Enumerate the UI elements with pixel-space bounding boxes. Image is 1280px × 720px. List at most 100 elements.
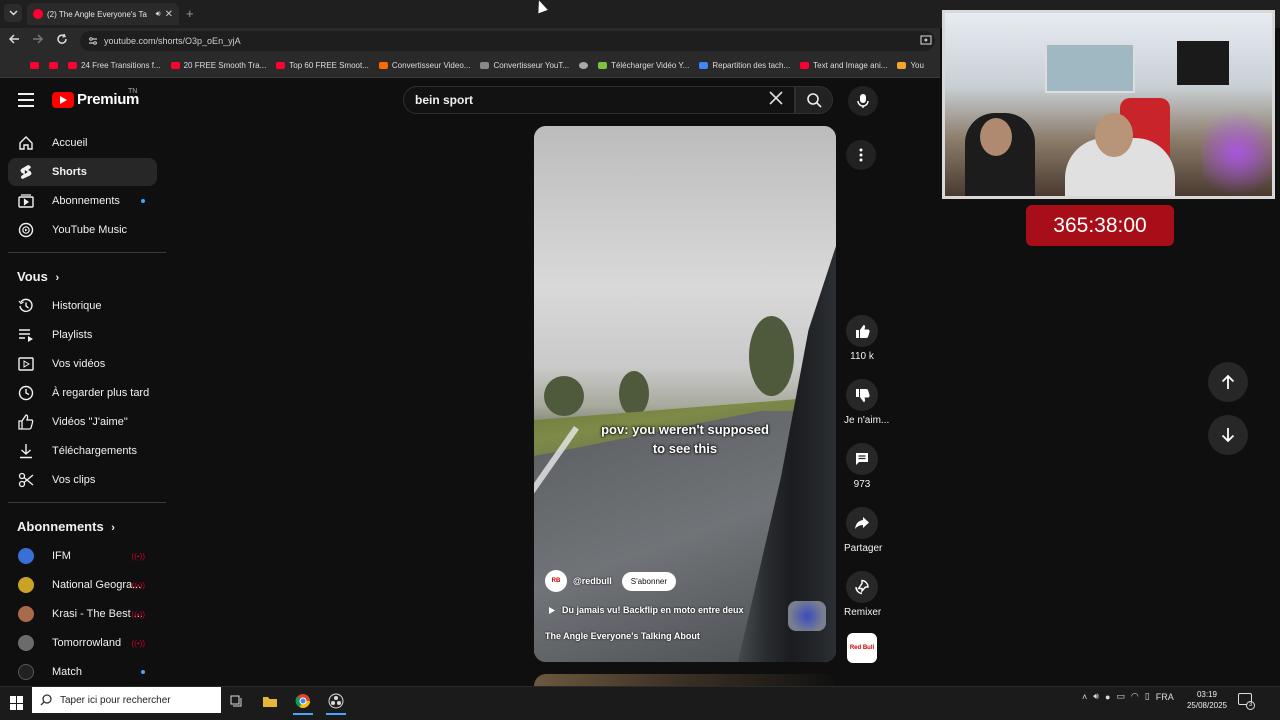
bookmark-item[interactable]: Top 60 FREE Smoot... [276,61,369,70]
hamburger-menu-icon[interactable] [18,93,34,107]
microphone-icon[interactable]: ● [1105,692,1110,702]
sidebar-divider [8,502,166,503]
bookmark-label: Télécharger Vidéo Y... [611,61,690,70]
sidebar-item-your-clips[interactable]: Vos clips [8,466,157,494]
sidebar-sub-tomorrowland[interactable]: Tomorrowland ((•)) [8,629,157,657]
chevron-right-icon: › [111,522,115,534]
task-view-icon[interactable] [225,690,249,712]
sidebar-item-subscriptions[interactable]: Abonnements [8,187,157,215]
related-video-link[interactable]: Du jamais vu! Backflip en moto entre deu… [548,605,744,615]
sidebar-item-youtube-music[interactable]: YouTube Music [8,216,157,244]
download-icon [598,62,608,69]
bookmark-item[interactable] [579,62,589,69]
obs-icon[interactable] [324,690,348,715]
bookmark-item[interactable]: Télécharger Vidéo Y... [598,61,689,70]
dislike-action[interactable]: Je n'aim... [844,379,889,426]
wifi-icon[interactable]: ◠ [1131,691,1139,702]
sidebar-item-label: Vos vidéos [52,358,106,370]
bookmark-item[interactable]: Convertisseur Video... [378,61,470,70]
forward-button[interactable] [30,33,46,49]
live-indicator-icon: ((•)) [131,638,145,648]
battery-icon[interactable]: ▯ [1145,691,1150,702]
search-input[interactable]: bein sport [403,86,795,114]
sidebar-item-home[interactable]: Accueil [8,129,157,157]
sidebar-item-downloads[interactable]: Téléchargements [8,437,157,465]
channel-avatar[interactable]: RB [545,570,567,592]
bookmark-item[interactable]: 24 Free Transitions f... [68,61,161,70]
channel-name[interactable]: @redbull [573,576,612,586]
channel-badge-button[interactable]: Red Bull [847,633,877,663]
sidebar-item-your-videos[interactable]: Vos vidéos [8,350,157,378]
sidebar-item-history[interactable]: Historique [8,292,157,320]
bookmark-label: Convertisseur YouT... [493,61,570,70]
cast-button[interactable] [918,33,934,49]
voice-search-button[interactable] [848,86,878,116]
sidebar-item-liked-videos[interactable]: Vidéos "J'aime" [8,408,157,436]
like-action[interactable]: 110 k [844,315,880,362]
subscribe-button[interactable]: S'abonner [621,571,677,591]
bookmark-item[interactable] [49,62,58,69]
sidebar-item-playlists[interactable]: Playlists [8,321,157,349]
chevron-up-icon[interactable]: ˄ [1082,692,1087,702]
bookmark-item[interactable] [30,62,39,69]
taskbar-clock[interactable]: 03:19 25/08/2025 [1185,689,1229,711]
more-options-button[interactable] [846,140,876,170]
sidebar-item-watch-later[interactable]: À regarder plus tard [8,379,157,407]
back-button[interactable] [6,33,22,49]
reload-button[interactable] [54,33,70,49]
tab-search-button[interactable] [4,4,22,22]
youtube-premium-logo[interactable]: Premium [52,91,139,108]
network-icon[interactable]: ▭ [1116,691,1125,702]
volume-icon[interactable]: 🔊︎ [1093,691,1099,702]
sound-thumbnail[interactable] [788,601,826,631]
sidebar-sub-ifm[interactable]: IFM ((•)) [8,542,157,570]
windows-start-icon[interactable] [10,696,24,710]
bookmarks-bar: 24 Free Transitions f... 20 FREE Smooth T… [0,54,940,78]
bookmark-item[interactable]: You [897,61,924,70]
site-info-icon[interactable] [88,36,98,46]
share-action[interactable]: Partager [844,507,882,554]
comments-button[interactable] [846,443,878,475]
bookmark-item[interactable]: Text and Image ani... [800,61,887,70]
address-bar[interactable]: youtube.com/shorts/O3p_oEn_yjA [80,31,935,51]
taskbar-search[interactable]: Taper ici pour rechercher [32,687,221,713]
next-short-button[interactable] [1208,415,1248,455]
search-button[interactable] [795,86,833,114]
comments-action[interactable]: 973 [844,443,880,490]
sidebar-item-label: Playlists [52,329,93,341]
subscriptions-section-heading[interactable]: Abonnements › [17,519,115,534]
speaker-icon[interactable]: 🔊︎ [156,9,161,19]
language-indicator[interactable]: FRA [1156,692,1174,702]
sidebar-item-shorts[interactable]: Shorts [8,158,157,186]
remix-action[interactable]: Remixer [844,571,881,618]
spark-icon [897,62,907,69]
avatar [18,664,34,680]
clear-search-button[interactable] [768,90,784,111]
short-video-player[interactable]: pov: you weren't supposed to see this RB… [534,126,836,662]
browser-tab-active[interactable]: (2) The Angle Everyone's Ta 🔊︎ ✕ [27,3,179,25]
like-icon [18,414,34,430]
sidebar-sub-match[interactable]: Match [8,658,157,686]
sidebar-sub-national-geographic[interactable]: National Geogra... ((•)) [8,571,157,599]
bookmark-item[interactable]: Repartition des tach... [699,61,790,70]
chrome-icon[interactable] [291,690,315,715]
bookmark-label: 24 Free Transitions f... [81,61,161,70]
share-button[interactable] [846,507,878,539]
like-button[interactable] [846,315,878,347]
bookmark-item[interactable]: 20 FREE Smooth Tra... [170,61,266,70]
converter-icon [480,62,490,69]
avatar [18,606,34,622]
youtube-icon [30,62,39,69]
you-section-heading[interactable]: Vous › [17,269,59,284]
new-tab-button[interactable]: + [186,6,194,21]
reload-icon [57,33,67,44]
remix-button[interactable] [846,571,878,603]
chevron-right-icon: › [55,272,60,284]
tab-close-button[interactable]: ✕ [165,9,173,20]
bookmark-item[interactable]: Convertisseur YouT... [480,61,569,70]
arrow-up-icon [1221,374,1235,389]
dislike-button[interactable] [846,379,878,411]
sidebar-sub-krasi[interactable]: Krasi - The Best ... ((•)) [8,600,157,628]
file-explorer-icon[interactable] [258,690,282,712]
previous-short-button[interactable] [1208,362,1248,402]
